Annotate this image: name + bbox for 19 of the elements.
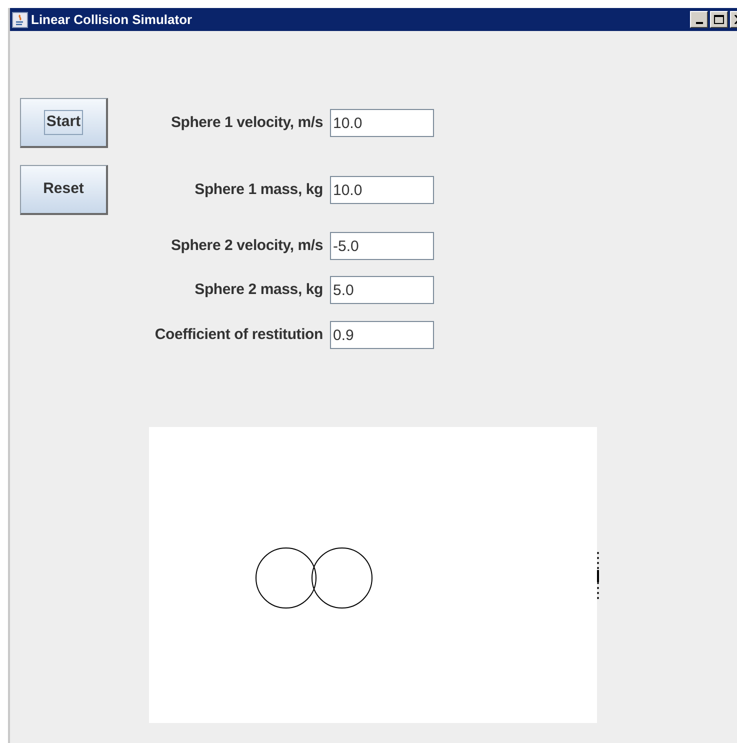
window-title: Linear Collision Simulator — [31, 10, 192, 29]
field-label: Sphere 2 velocity, m/s — [170, 236, 323, 256]
input-field[interactable]: 5.0 — [330, 276, 434, 304]
field-label: Sphere 1 mass, kg — [194, 180, 323, 200]
dotted-line-drawing — [597, 552, 600, 600]
maximize-button[interactable] — [710, 11, 728, 28]
input-field[interactable]: 0.9 — [330, 321, 434, 349]
field-label: Sphere 1 velocity, m/s — [170, 112, 323, 133]
minimize-button[interactable] — [690, 11, 708, 28]
focus-outline: Reset — [42, 179, 85, 200]
field-label: Sphere 2 mass, kg — [194, 280, 323, 300]
field-label: Coefficient of restitution — [154, 324, 323, 345]
focus-outline: Start — [44, 110, 83, 135]
push-button[interactable]: Reset — [20, 165, 108, 215]
input-field[interactable]: 10.0 — [330, 176, 434, 204]
input-field[interactable]: -5.0 — [330, 232, 434, 260]
app-icon — [12, 12, 28, 28]
input-field[interactable]: 10.0 — [330, 109, 434, 137]
push-button[interactable]: Start — [20, 98, 108, 148]
